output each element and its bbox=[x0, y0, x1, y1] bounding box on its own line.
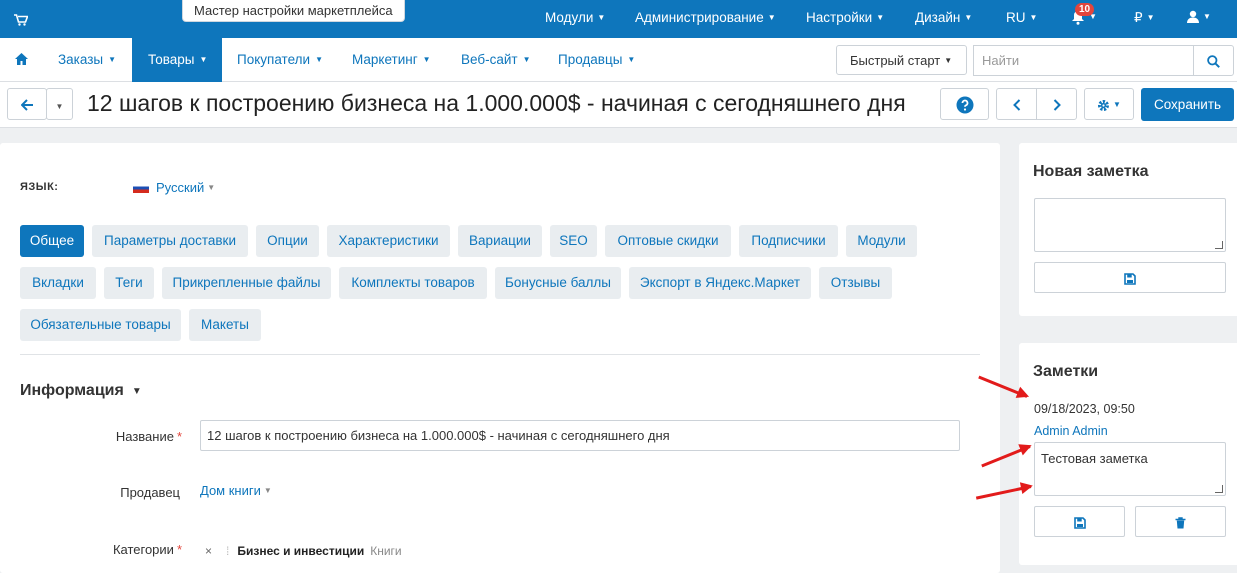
menu-currency[interactable]: ₽ ▼ bbox=[1134, 10, 1155, 26]
tab-general[interactable]: Общее bbox=[20, 225, 84, 257]
notes-panel: Заметки 09/18/2023, 09:50 Admin Admin Те… bbox=[1019, 343, 1237, 565]
help-icon[interactable] bbox=[940, 88, 989, 120]
search-input[interactable]: Найти bbox=[973, 45, 1194, 76]
product-form: ЯЗЫК: Русский ▼ Общее Параметры доставки … bbox=[0, 143, 1000, 573]
russian-flag-icon bbox=[133, 183, 149, 193]
remove-category-icon[interactable]: × bbox=[205, 544, 212, 558]
menu-language[interactable]: RU ▼ bbox=[1006, 10, 1037, 25]
top-bar: Мастер настройки маркетплейса Модули ▼ Ад… bbox=[0, 0, 1237, 38]
save-floppy-icon bbox=[1124, 272, 1136, 285]
cart-icon[interactable] bbox=[14, 11, 28, 27]
resize-grip-icon[interactable] bbox=[1215, 241, 1223, 249]
tab-subscribers[interactable]: Подписчики bbox=[739, 225, 838, 257]
menu-administration[interactable]: Администрирование ▼ bbox=[635, 10, 776, 25]
page-title: 12 шагов к построению бизнеса на 1.000.0… bbox=[87, 90, 906, 116]
nav-customers[interactable]: Покупатели ▼ bbox=[237, 52, 323, 67]
tab-reward-points[interactable]: Бонусные баллы bbox=[495, 267, 621, 299]
new-note-panel: Новая заметка bbox=[1019, 143, 1237, 316]
home-icon[interactable] bbox=[15, 51, 28, 66]
nav-products[interactable]: Товары ▼ bbox=[132, 38, 222, 82]
new-note-textarea[interactable] bbox=[1034, 198, 1226, 252]
delete-note-button[interactable] bbox=[1135, 506, 1226, 537]
categories-label: Категории * bbox=[112, 542, 182, 557]
main-navigation: Заказы ▼ Товары ▼ Покупатели ▼ Маркетинг ▼ В… bbox=[0, 38, 1237, 82]
tab-variations[interactable]: Вариации bbox=[458, 225, 542, 257]
tab-features[interactable]: Характеристики bbox=[327, 225, 450, 257]
tab-yandex-export[interactable]: Экспорт в Яндекс.Маркет bbox=[629, 267, 811, 299]
menu-settings[interactable]: Настройки ▼ bbox=[806, 10, 884, 25]
category-item: × ⁞ Бизнес и инвестиции Книги bbox=[205, 544, 402, 558]
settings-gear-icon[interactable]: ▼ bbox=[1084, 88, 1134, 120]
save-floppy-icon bbox=[1073, 516, 1086, 529]
resize-grip-icon[interactable] bbox=[1215, 485, 1223, 493]
next-chevron-icon[interactable] bbox=[1036, 88, 1077, 120]
product-name-input[interactable]: 12 шагов к построению бизнеса на 1.000.0… bbox=[200, 420, 960, 451]
tab-seo[interactable]: SEO bbox=[550, 225, 597, 257]
notes-title: Заметки bbox=[1033, 363, 1099, 380]
tab-layouts[interactable]: Макеты bbox=[189, 309, 261, 341]
tab-bundles[interactable]: Комплекты товаров bbox=[339, 267, 487, 299]
nav-vendors[interactable]: Продавцы ▼ bbox=[558, 52, 635, 67]
note-author-link[interactable]: Admin Admin bbox=[1034, 424, 1108, 438]
note-date: 09/18/2023, 09:50 bbox=[1034, 402, 1135, 416]
seller-label: Продавец bbox=[120, 485, 180, 500]
nav-marketing[interactable]: Маркетинг ▼ bbox=[352, 52, 431, 67]
tab-options[interactable]: Опции bbox=[256, 225, 319, 257]
tab-shipping[interactable]: Параметры доставки bbox=[92, 225, 248, 257]
back-dropdown-caret-icon[interactable]: ▼ bbox=[46, 88, 73, 120]
language-selector[interactable]: Русский ▼ bbox=[133, 180, 215, 195]
title-bar: ▼ 12 шагов к построению бизнеса на 1.000… bbox=[0, 82, 1237, 128]
tab-wholesale[interactable]: Оптовые скидки bbox=[605, 225, 731, 257]
nav-orders[interactable]: Заказы ▼ bbox=[58, 52, 116, 67]
marketplace-wizard-button[interactable]: Мастер настройки маркетплейса bbox=[182, 0, 405, 22]
search-icon[interactable] bbox=[1193, 45, 1234, 76]
divider bbox=[20, 354, 980, 355]
seller-selector[interactable]: Дом книги ▼ bbox=[200, 483, 272, 498]
tab-modules[interactable]: Модули bbox=[846, 225, 917, 257]
information-section-toggle[interactable]: Информация ▼ bbox=[20, 382, 142, 400]
new-note-title: Новая заметка bbox=[1033, 163, 1149, 180]
back-arrow-icon[interactable] bbox=[7, 88, 47, 120]
tab-attachments[interactable]: Прикрепленные файлы bbox=[162, 267, 331, 299]
tab-required-products[interactable]: Обязательные товары bbox=[20, 309, 181, 341]
note-textarea[interactable]: Тестовая заметка bbox=[1034, 442, 1226, 496]
drag-handle-icon[interactable]: ⁞ bbox=[226, 544, 229, 558]
quick-start-button[interactable]: Быстрый старт ▼ bbox=[836, 45, 967, 75]
menu-modules[interactable]: Модули ▼ bbox=[545, 10, 605, 25]
name-label: Название * bbox=[115, 429, 182, 444]
language-label: ЯЗЫК: bbox=[20, 181, 59, 193]
save-note-button[interactable] bbox=[1034, 262, 1226, 293]
menu-design[interactable]: Дизайн ▼ bbox=[915, 10, 972, 25]
user-menu-icon[interactable]: ▼ bbox=[1187, 9, 1211, 24]
previous-chevron-icon[interactable] bbox=[996, 88, 1037, 120]
save-note-button[interactable] bbox=[1034, 506, 1125, 537]
tab-tabs[interactable]: Вкладки bbox=[20, 267, 96, 299]
tab-reviews[interactable]: Отзывы bbox=[819, 267, 892, 299]
trash-icon bbox=[1175, 516, 1186, 529]
nav-website[interactable]: Веб-сайт ▼ bbox=[461, 52, 531, 67]
notifications-count-badge: 10 bbox=[1075, 3, 1095, 16]
tab-tags[interactable]: Теги bbox=[104, 267, 154, 299]
save-button[interactable]: Сохранить bbox=[1141, 88, 1234, 121]
